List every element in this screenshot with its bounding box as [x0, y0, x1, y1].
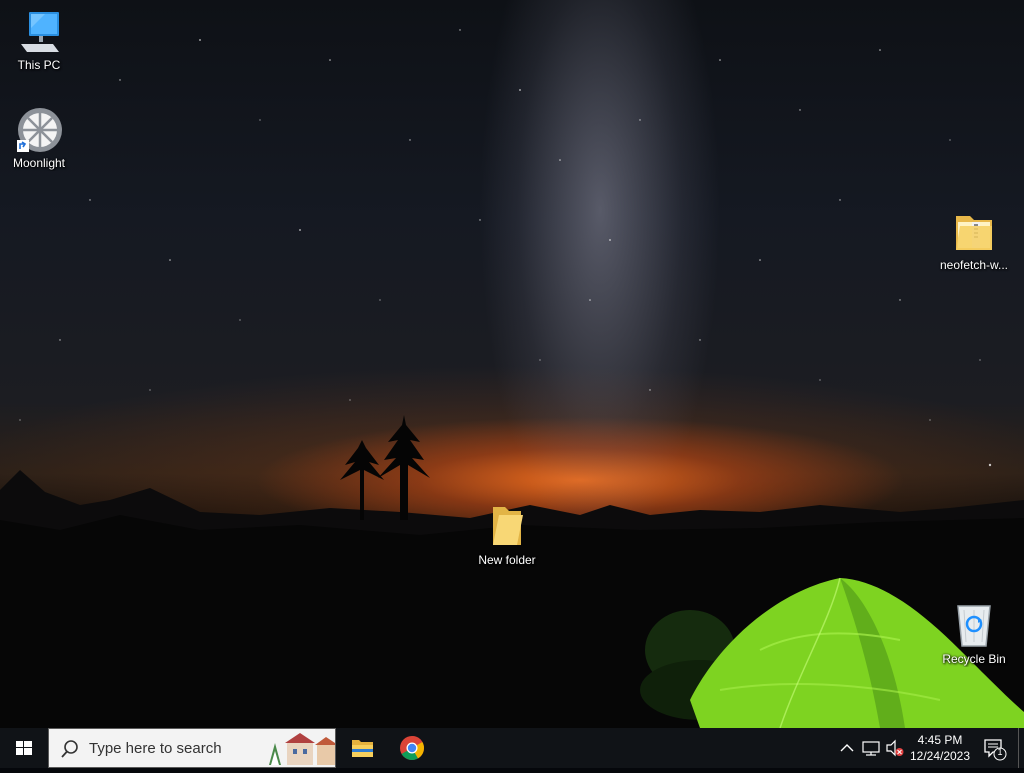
desktop-icon-label: New folder — [478, 553, 536, 567]
search-icon — [61, 740, 78, 758]
desktop-icon-label: This PC — [17, 58, 61, 72]
folder-icon — [352, 740, 373, 757]
tray-network[interactable] — [860, 728, 882, 768]
desktop-icon-label: Recycle Bin — [942, 652, 1006, 666]
moonlight-icon — [15, 106, 63, 154]
notification-count: 1 — [997, 747, 1003, 757]
search-highlight-illustration — [269, 733, 335, 765]
tray-overflow-button[interactable] — [836, 728, 858, 768]
recycle-bin-icon — [950, 602, 998, 650]
chrome-icon — [400, 736, 425, 761]
network-icon — [862, 741, 880, 756]
desktop-icon-neofetch[interactable]: neofetch-w... — [936, 208, 1012, 273]
desktop-icon-label: neofetch-w... — [939, 258, 1009, 272]
chevron-up-icon — [840, 744, 854, 752]
action-center-button[interactable]: 1 — [980, 728, 1010, 768]
folder-icon — [483, 503, 531, 551]
desktop-wallpaper — [0, 0, 1024, 728]
taskbar: Type here to search 4:45 PM 12/24/2023 1 — [0, 728, 1024, 768]
desktop-icon-moonlight[interactable]: Moonlight — [1, 106, 77, 171]
taskbar-chrome[interactable] — [388, 728, 436, 768]
start-button[interactable] — [0, 728, 48, 768]
wallpaper-scene — [0, 29, 1024, 728]
desktop-icon-new-folder[interactable]: New folder — [469, 503, 545, 568]
taskbar-file-explorer[interactable] — [338, 728, 386, 768]
computer-icon — [15, 8, 63, 56]
windows-logo-icon — [16, 741, 32, 755]
zip-folder-icon — [950, 208, 998, 256]
desktop-icon-recycle-bin[interactable]: Recycle Bin — [936, 602, 1012, 667]
desktop-icon-this-pc[interactable]: This PC — [1, 8, 77, 73]
clock-time: 4:45 PM — [917, 733, 963, 747]
search-placeholder: Type here to search — [89, 740, 222, 757]
desktop-icon-label: Moonlight — [12, 156, 66, 170]
taskbar-clock[interactable]: 4:45 PM 12/24/2023 — [902, 732, 978, 764]
taskbar-search-box[interactable]: Type here to search — [48, 728, 336, 768]
show-desktop-button[interactable] — [1018, 728, 1024, 768]
clock-date: 12/24/2023 — [909, 749, 971, 763]
